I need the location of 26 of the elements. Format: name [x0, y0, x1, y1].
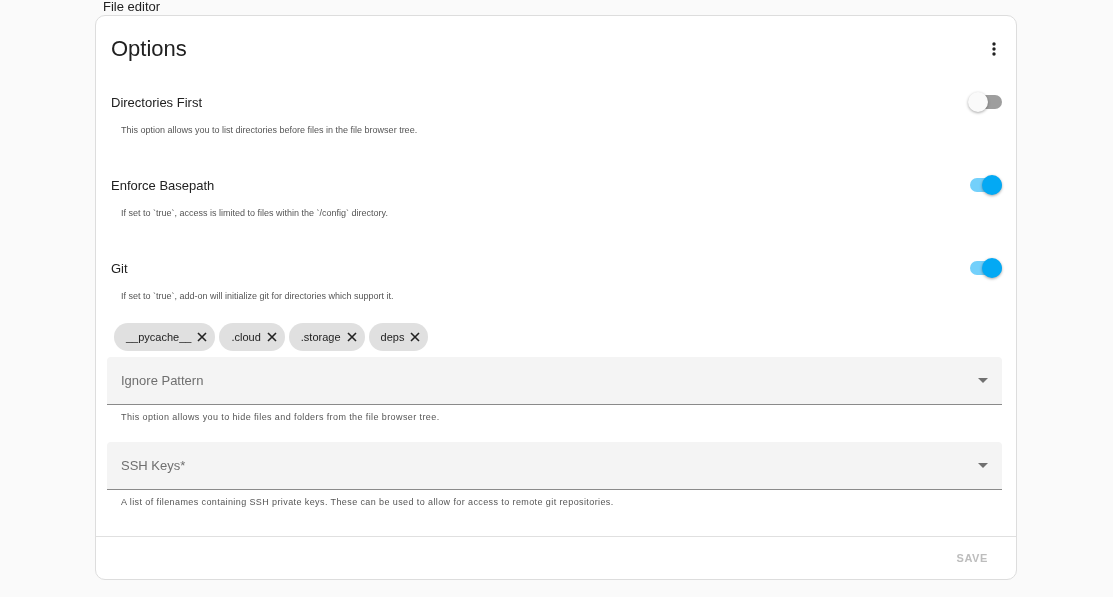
dropdown-field[interactable]: SSH Keys*: [107, 442, 1002, 490]
close-icon[interactable]: [197, 332, 208, 342]
dropdown-field[interactable]: Ignore Pattern: [107, 357, 1002, 405]
option-label: Enforce Basepath: [111, 177, 215, 193]
page-title: File editor: [102, 0, 161, 15]
close-icon[interactable]: [266, 332, 277, 342]
close-icon[interactable]: [346, 332, 357, 342]
more-menu-icon[interactable]: [992, 42, 996, 56]
card-title: Options: [111, 36, 187, 62]
toggle-switch[interactable]: [968, 174, 1002, 196]
close-icon[interactable]: [410, 332, 421, 342]
option-label: Git: [111, 260, 128, 276]
toggle-switch[interactable]: [968, 257, 1002, 279]
tag-chip[interactable]: .cloud: [219, 323, 285, 351]
tag-chip[interactable]: .storage: [288, 323, 365, 351]
helper-text: This option allows you to hide files and folders from the file browser tree.: [120, 411, 441, 423]
option-label: Directories First: [111, 94, 202, 110]
dropdown-arrow-icon: [978, 463, 988, 468]
toggle-switch[interactable]: [968, 91, 1002, 113]
helper-text: A list of filenames containing SSH private keys. These can be used to allow for access to remote git repositories.: [120, 496, 615, 508]
option-description: If set to `true`, add-on will initialize git for directories which support it.: [120, 290, 394, 301]
tag-chip[interactable]: deps: [368, 323, 429, 351]
option-description: If set to `true`, access is limited to files within the `/config` directory.: [120, 207, 388, 218]
option-description: This option allows you to list directories before files in the file browser tree.: [120, 124, 418, 135]
dropdown-arrow-icon: [978, 378, 988, 383]
tag-chip[interactable]: __pycache__: [114, 323, 216, 351]
